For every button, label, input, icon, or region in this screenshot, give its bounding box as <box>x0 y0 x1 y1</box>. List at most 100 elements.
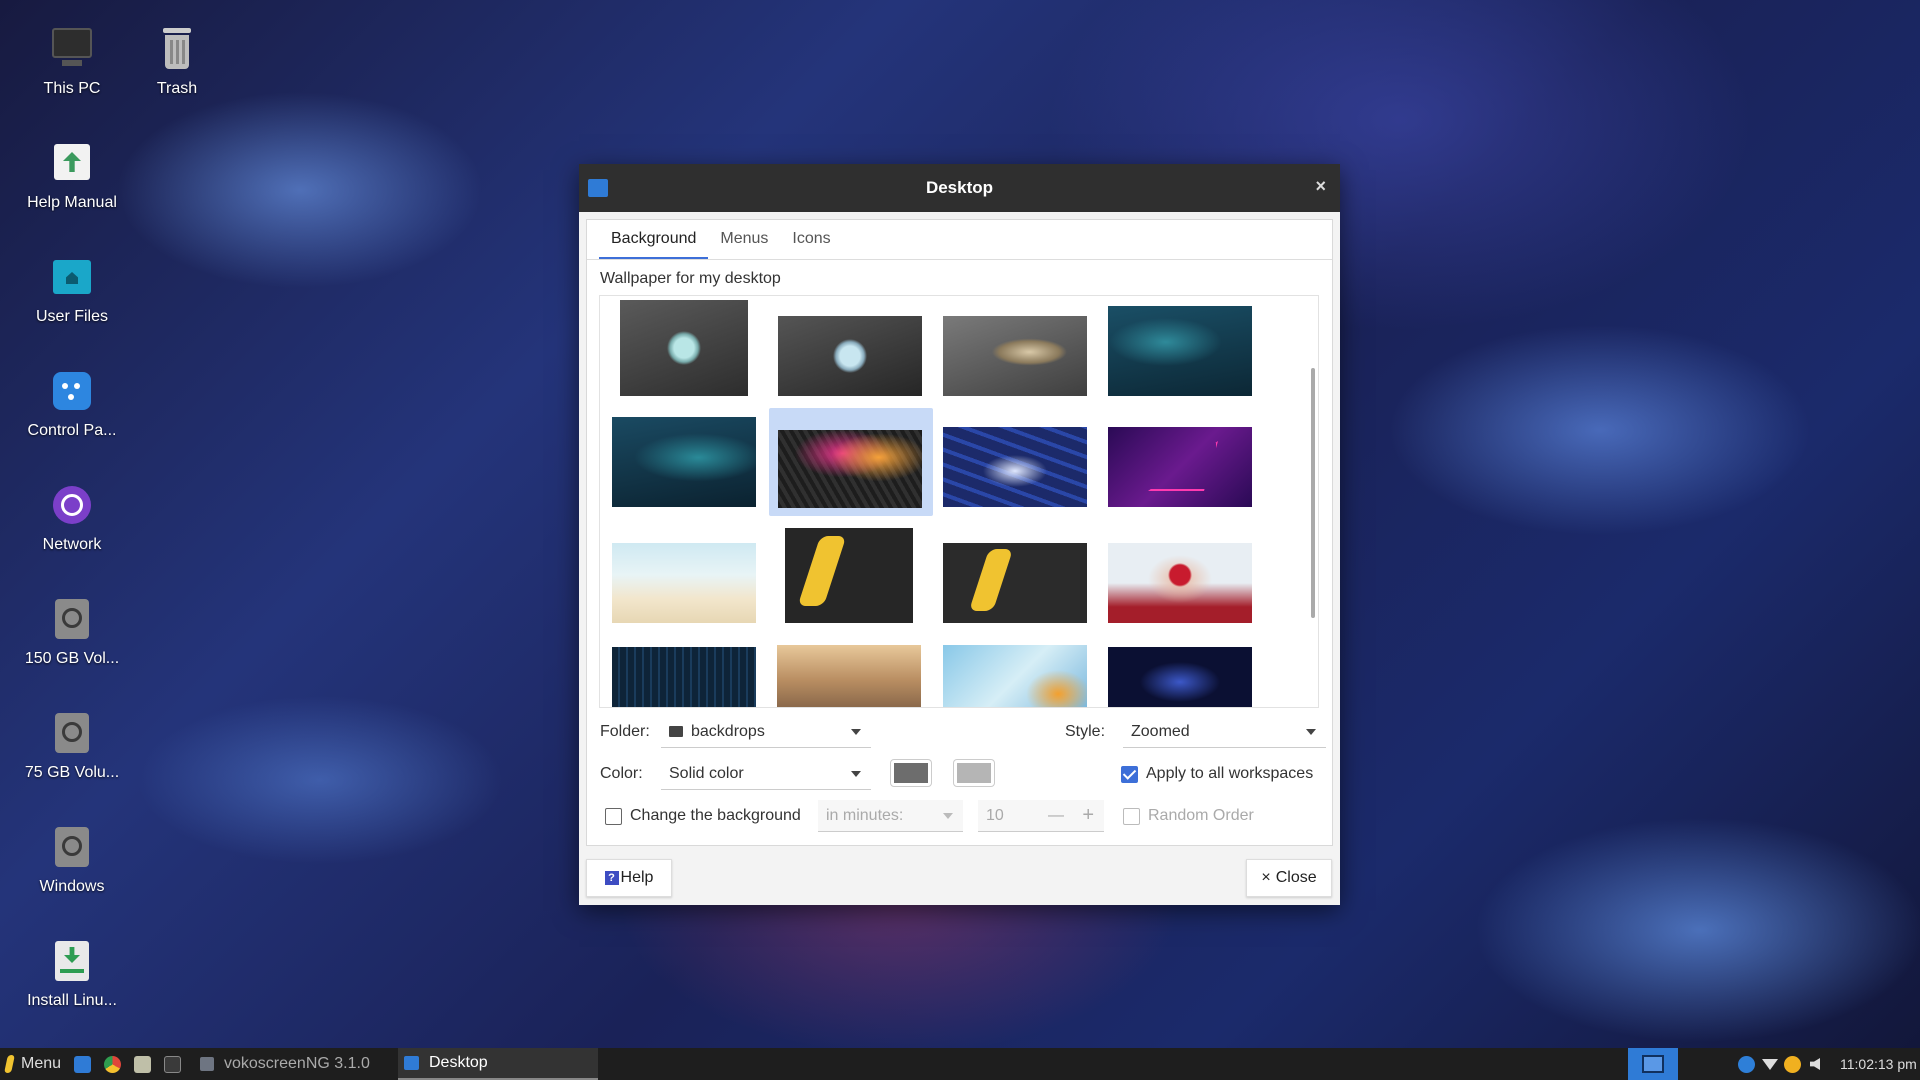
desktop-icon-help-manual[interactable]: Help Manual <box>17 140 127 212</box>
wallpaper-thumb[interactable] <box>777 645 921 707</box>
launcher-show-desktop[interactable] <box>74 1048 91 1080</box>
wallpaper-thumb[interactable] <box>943 645 1087 707</box>
chrome-icon <box>104 1055 121 1073</box>
menu-icon <box>4 1055 15 1073</box>
wallpaper-thumb[interactable] <box>620 300 748 396</box>
folder-select[interactable]: backdrops <box>661 716 871 748</box>
show-desktop-icon <box>74 1055 91 1073</box>
folder-select-value: backdrops <box>691 722 765 740</box>
tray-network[interactable] <box>1762 1048 1778 1080</box>
interval-value: 10 <box>986 806 1004 824</box>
desktop-icon-label: Network <box>42 536 102 553</box>
launcher-browser[interactable] <box>104 1048 121 1080</box>
desktop-icon-label: Install Linu... <box>27 992 117 1009</box>
wallpaper-thumb[interactable] <box>943 427 1087 507</box>
workspace-switcher[interactable] <box>1628 1048 1678 1080</box>
desktop-settings-dialog: Desktop × Background Menus Icons Wallpap… <box>579 164 1340 905</box>
wallpaper-thumb-selected[interactable] <box>769 408 933 516</box>
menu-label: Menu <box>21 1055 62 1072</box>
change-background-toggle[interactable]: Change the background <box>605 807 801 825</box>
random-order-label: Random Order <box>1148 807 1254 824</box>
workspace-icon <box>1642 1055 1664 1073</box>
apply-all-workspaces[interactable]: Apply to all workspaces <box>1121 765 1313 783</box>
random-order-toggle[interactable]: Random Order <box>1123 807 1254 825</box>
random-order-checkbox[interactable] <box>1123 807 1140 825</box>
trash-icon <box>154 26 200 72</box>
desktop-icon-trash[interactable]: Trash <box>122 26 232 98</box>
desktop-icon-install-linux[interactable]: Install Linu... <box>17 938 127 1010</box>
taskbar-window-desktop[interactable]: Desktop <box>398 1048 598 1080</box>
wallpaper-section-title: Wallpaper for my desktop <box>600 270 781 287</box>
close-icon[interactable]: × <box>1315 176 1326 197</box>
taskbar: Menu vokoscreenNG 3.1.0 Desktop 11:02:13… <box>0 1048 1920 1080</box>
secondary-color-swatch[interactable] <box>954 760 994 786</box>
wallpaper-thumb[interactable] <box>943 316 1087 396</box>
tray-updates[interactable] <box>1784 1048 1801 1080</box>
disk-icon <box>49 824 95 870</box>
wallpaper-thumb[interactable] <box>612 543 756 623</box>
color-mode-select[interactable]: Solid color <box>661 758 871 790</box>
primary-color-swatch[interactable] <box>891 760 931 786</box>
tab-icons[interactable]: Icons <box>780 220 842 259</box>
color-mode-value: Solid color <box>669 764 744 782</box>
wallpaper-thumb[interactable] <box>612 647 756 707</box>
chevron-down-icon <box>943 813 953 819</box>
desktop-icon-label: 75 GB Volu... <box>24 764 120 781</box>
chevron-down-icon <box>851 771 861 777</box>
apply-all-checkbox[interactable] <box>1121 765 1138 783</box>
close-button[interactable]: × Close <box>1246 859 1332 897</box>
tray-info[interactable] <box>1738 1048 1755 1080</box>
launcher-terminal[interactable] <box>164 1048 181 1080</box>
interval-unit-select[interactable]: in minutes: <box>818 800 963 832</box>
help-button-label: Help <box>620 869 654 886</box>
desktop-icon-windows[interactable]: Windows <box>17 824 127 896</box>
desktop-icon-control-panel[interactable]: Control Pa... <box>17 368 127 440</box>
desktop-app-icon <box>588 179 608 197</box>
launcher-files[interactable] <box>134 1048 151 1080</box>
interval-unit-value: in minutes: <box>826 806 904 824</box>
chevron-down-icon <box>1306 729 1316 735</box>
file-manager-icon <box>134 1055 151 1073</box>
desktop-icon-this-pc[interactable]: This PC <box>17 26 127 98</box>
menu-button[interactable]: Menu <box>4 1048 62 1080</box>
desktop-icon-150gb-volume[interactable]: 150 GB Vol... <box>17 596 127 668</box>
clock[interactable]: 11:02:13 pm <box>1840 1048 1917 1080</box>
taskbar-window-vokoscreen[interactable]: vokoscreenNG 3.1.0 <box>192 1048 392 1080</box>
volume-icon <box>1810 1058 1820 1070</box>
wallpaper-thumb[interactable] <box>1108 306 1252 396</box>
dialog-titlebar[interactable]: Desktop × <box>579 164 1340 212</box>
wallpaper-thumb[interactable] <box>1108 427 1252 507</box>
desktop-icon-75gb-volume[interactable]: 75 GB Volu... <box>17 710 127 782</box>
disk-icon <box>49 596 95 642</box>
plus-icon[interactable]: + <box>1082 804 1094 827</box>
change-background-label: Change the background <box>630 807 801 824</box>
wifi-icon <box>1762 1058 1778 1070</box>
tab-menus[interactable]: Menus <box>708 220 780 259</box>
apply-all-label: Apply to all workspaces <box>1146 765 1314 782</box>
wallpaper-gallery[interactable] <box>599 295 1319 708</box>
help-manual-icon <box>49 140 95 186</box>
interval-stepper[interactable]: 10 — + <box>978 800 1104 832</box>
control-panel-icon <box>49 368 95 414</box>
wallpaper-thumb[interactable] <box>778 316 922 396</box>
tab-background[interactable]: Background <box>599 220 709 259</box>
tray-volume[interactable] <box>1810 1048 1820 1080</box>
style-select[interactable]: Zoomed <box>1123 716 1326 748</box>
wallpaper-thumb[interactable] <box>1108 647 1252 707</box>
desktop-icon-user-files[interactable]: User Files <box>17 254 127 326</box>
taskbar-window-label: vokoscreenNG 3.1.0 <box>224 1055 370 1072</box>
desktop-icon-network[interactable]: Network <box>17 482 127 554</box>
wallpaper-thumb[interactable] <box>943 543 1087 623</box>
desktop-icon-label: Control Pa... <box>27 422 117 439</box>
wallpaper-thumb[interactable] <box>612 417 756 507</box>
minus-icon[interactable]: — <box>1048 807 1064 825</box>
disk-icon <box>49 710 95 756</box>
taskbar-window-label: Desktop <box>429 1054 488 1071</box>
wallpaper-thumb[interactable] <box>1108 543 1252 623</box>
help-button[interactable]: ? Help <box>586 859 672 897</box>
folder-label: Folder: <box>600 723 650 740</box>
color-label: Color: <box>600 765 643 782</box>
change-background-checkbox[interactable] <box>605 807 622 825</box>
wallpaper-thumb[interactable] <box>785 528 913 623</box>
gallery-scrollbar[interactable] <box>1311 368 1315 618</box>
